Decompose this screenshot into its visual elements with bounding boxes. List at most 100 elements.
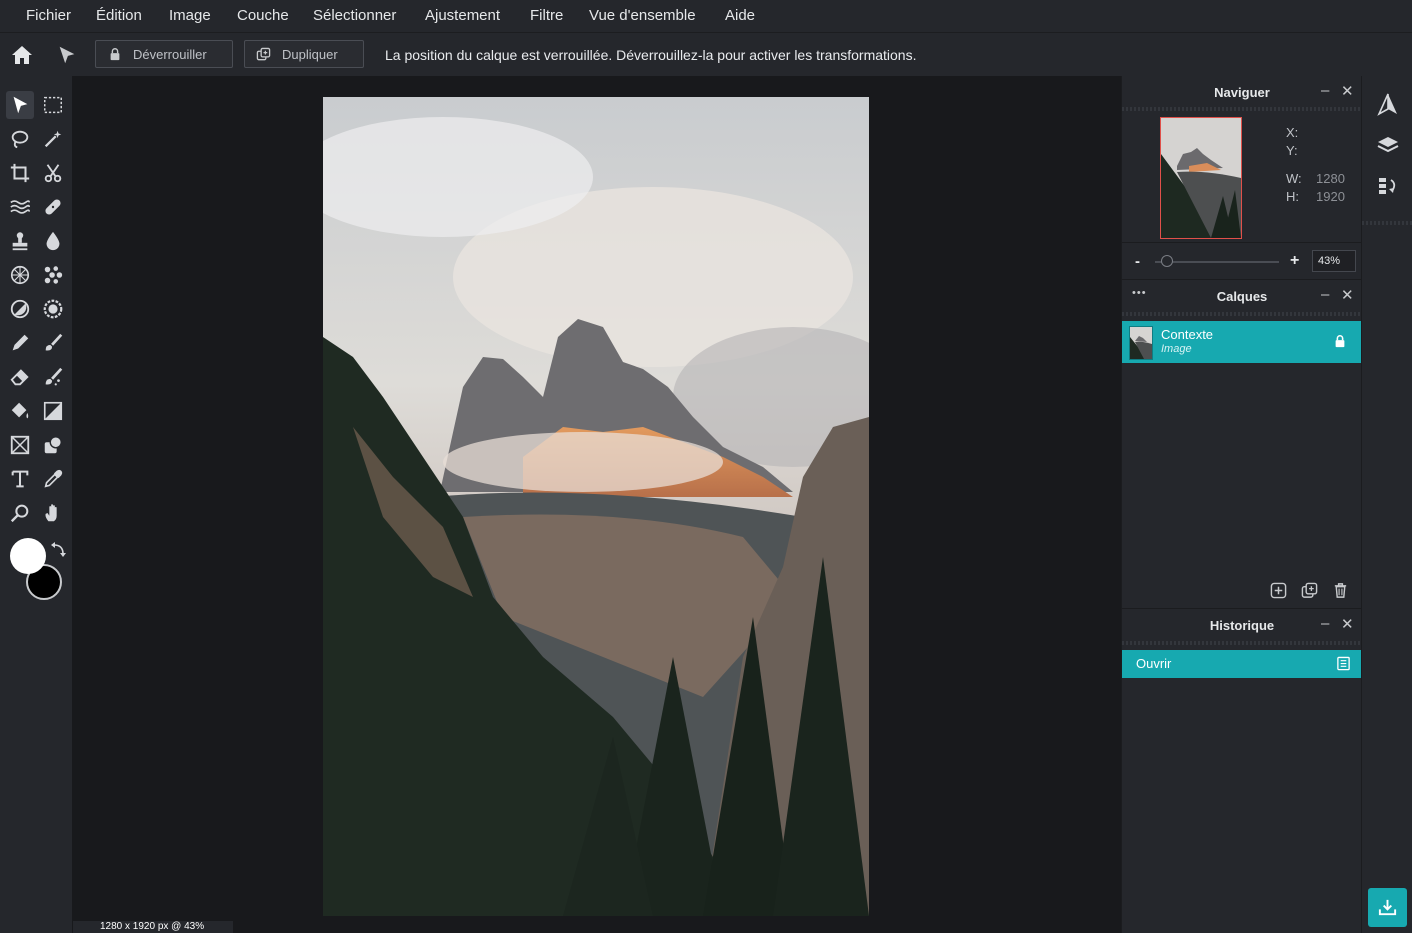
duplicate-label: Dupliquer: [282, 47, 338, 62]
layers-panel-icon[interactable]: [1376, 133, 1400, 157]
burn-icon[interactable]: [39, 295, 67, 323]
bandage-icon[interactable]: [39, 193, 67, 221]
zoom-icon[interactable]: [6, 499, 34, 527]
magic-wand-icon[interactable]: [39, 125, 67, 153]
layer-row[interactable]: Contexte Image: [1122, 321, 1362, 363]
menu-edit[interactable]: Édition: [96, 7, 142, 24]
nav-h-label: H:: [1286, 189, 1299, 204]
frame-icon[interactable]: [6, 431, 34, 459]
document-icon: [1336, 656, 1351, 676]
smudge-icon[interactable]: [39, 363, 67, 391]
layer-type: Image: [1161, 343, 1192, 355]
layer-name: Contexte: [1161, 327, 1214, 342]
pattern-icon[interactable]: [6, 261, 34, 289]
right-panel: Naviguer – ✕ X: Y: W: 1280 H: 1920 - + 4…: [1121, 76, 1362, 933]
liquify-icon[interactable]: [6, 193, 34, 221]
zoom-out-button[interactable]: -: [1135, 253, 1140, 270]
history-header: Historique – ✕: [1122, 610, 1362, 640]
layers-footer: [1122, 574, 1362, 606]
zoom-slider-track[interactable]: [1155, 261, 1279, 263]
history-item[interactable]: Ouvrir: [1122, 650, 1362, 678]
zoom-input[interactable]: 43%: [1312, 250, 1356, 272]
duplicate-button[interactable]: Dupliquer: [244, 40, 364, 68]
unlock-button[interactable]: Déverrouiller: [95, 40, 233, 68]
nav-h-value: 1920: [1316, 189, 1345, 204]
stamp-icon[interactable]: [6, 227, 34, 255]
document-info: 1280 x 1920 px @ 43%: [100, 921, 205, 932]
foreground-color-swatch[interactable]: [10, 538, 46, 574]
paint-bucket-icon[interactable]: [6, 397, 34, 425]
drop-icon[interactable]: [39, 227, 67, 255]
zoom-value: 43%: [1318, 255, 1341, 267]
zoom-in-button[interactable]: +: [1290, 252, 1299, 270]
menu-adjustment[interactable]: Ajustement: [425, 7, 500, 24]
layer-lock-icon[interactable]: [1333, 334, 1347, 353]
swap-colors-icon[interactable]: [50, 542, 66, 558]
status-bar: 1280 x 1920 px @ 43%: [73, 921, 233, 933]
layer-thumbnail: [1129, 326, 1153, 360]
lock-icon: [108, 47, 122, 64]
navigator-divider: [1122, 107, 1362, 111]
eyedropper-icon[interactable]: [39, 465, 67, 493]
layers-top-divider: [1122, 279, 1362, 280]
delete-layer-icon[interactable]: [1332, 582, 1349, 604]
navigator-preview[interactable]: [1160, 117, 1242, 239]
hand-icon[interactable]: [39, 499, 67, 527]
navigator-minimize-icon[interactable]: –: [1321, 82, 1329, 99]
unlock-label: Déverrouiller: [133, 47, 207, 62]
history-panel-icon[interactable]: [1376, 174, 1400, 198]
layers-divider: [1122, 312, 1362, 316]
home-icon[interactable]: [10, 43, 34, 67]
history-top-divider: [1122, 608, 1362, 609]
menu-image[interactable]: Image: [169, 7, 211, 24]
move-arrow-icon[interactable]: [56, 44, 78, 66]
menu-select[interactable]: Sélectionner: [313, 7, 396, 24]
add-layer-icon[interactable]: [1270, 582, 1287, 604]
menu-filter[interactable]: Filtre: [530, 7, 563, 24]
duplicate-icon: [256, 47, 271, 65]
move-tool-icon[interactable]: [6, 91, 34, 119]
history-minimize-icon[interactable]: –: [1321, 615, 1329, 632]
shape-icon[interactable]: [39, 431, 67, 459]
lasso-tool-icon[interactable]: [6, 125, 34, 153]
pencil-icon[interactable]: [6, 329, 34, 357]
eraser-icon[interactable]: [6, 363, 34, 391]
panel-rail: [1361, 76, 1412, 933]
navigator-header: Naviguer – ✕: [1122, 76, 1362, 106]
layers-close-icon[interactable]: ✕: [1341, 286, 1354, 304]
marquee-tool-icon[interactable]: [39, 91, 67, 119]
scissors-icon[interactable]: [39, 159, 67, 187]
zoom-divider: [1122, 242, 1362, 243]
crop-tool-icon[interactable]: [6, 159, 34, 187]
nav-x-label: X:: [1286, 125, 1299, 140]
history-divider: [1122, 641, 1362, 645]
duplicate-layer-icon[interactable]: [1301, 582, 1318, 604]
options-bar: Déverrouiller Dupliquer La position du c…: [0, 32, 1412, 77]
nav-w-label: W:: [1286, 171, 1302, 186]
brush-icon[interactable]: [39, 329, 67, 357]
zoom-slider-thumb[interactable]: [1161, 255, 1174, 267]
navigator-close-icon[interactable]: ✕: [1341, 82, 1354, 100]
menu-layer[interactable]: Couche: [237, 7, 289, 24]
layers-header: ••• Calques – ✕: [1122, 281, 1362, 311]
nav-y-label: Y:: [1286, 143, 1298, 158]
menu-view[interactable]: Vue d'ensemble: [589, 7, 696, 24]
dodge-icon[interactable]: [6, 295, 34, 323]
export-button[interactable]: [1368, 888, 1407, 927]
menu-file[interactable]: Fichier: [26, 7, 71, 24]
menu-bar: Fichier Édition Image Couche Sélectionne…: [0, 0, 1412, 32]
nav-w-value: 1280: [1316, 171, 1345, 186]
sponge-icon[interactable]: [39, 261, 67, 289]
gradient-icon[interactable]: [39, 397, 67, 425]
canvas-image[interactable]: [323, 97, 869, 916]
lock-message: La position du calque est verrouillée. D…: [385, 47, 917, 63]
download-icon: [1377, 897, 1398, 923]
navigator-panel-icon[interactable]: [1376, 92, 1400, 116]
layers-minimize-icon[interactable]: –: [1321, 286, 1329, 303]
tools-panel: [0, 76, 72, 933]
text-tool-icon[interactable]: [6, 465, 34, 493]
history-item-label: Ouvrir: [1136, 656, 1172, 671]
menu-help[interactable]: Aide: [725, 7, 755, 24]
history-close-icon[interactable]: ✕: [1341, 615, 1354, 633]
rail-divider: [1362, 221, 1412, 225]
